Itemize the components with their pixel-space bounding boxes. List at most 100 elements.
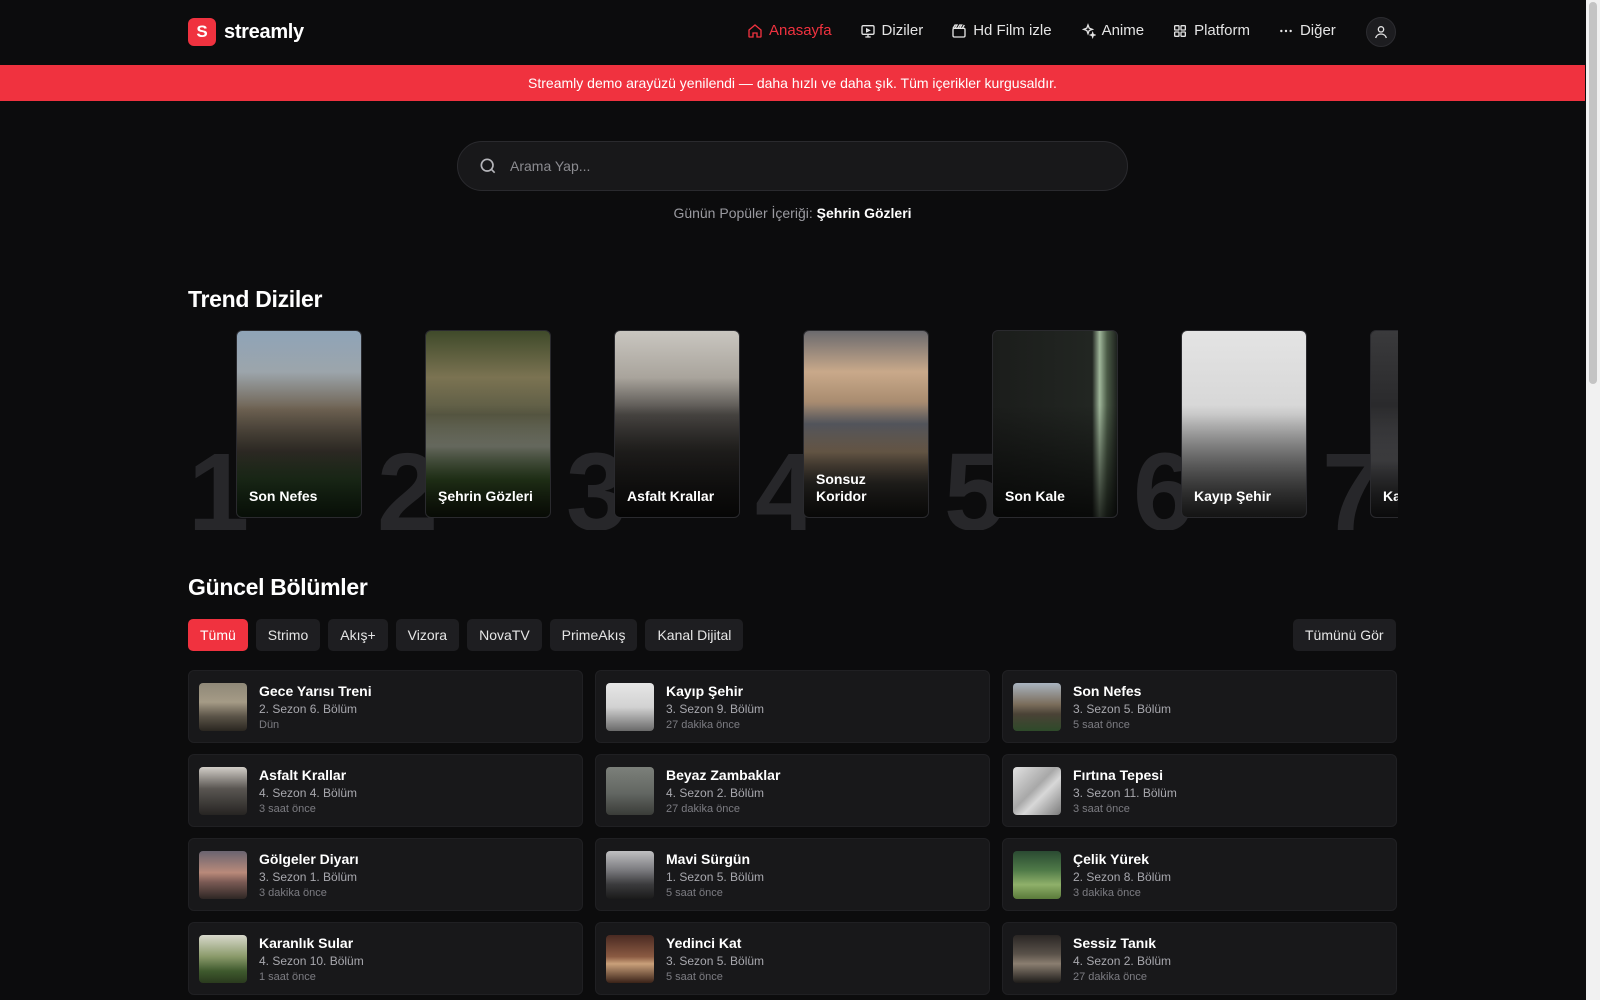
episode-time: 3 dakika önce xyxy=(259,886,327,899)
nav-label: Diğer xyxy=(1299,22,1336,39)
episode-number: 1. Sezon 5. Bölüm xyxy=(666,869,765,884)
episode-title: Kayıp Şehir xyxy=(666,682,744,699)
brand-logo[interactable]: S streamly xyxy=(188,18,304,46)
trend-title: Sonsuz Koridor xyxy=(816,471,867,505)
see-all-button[interactable]: Tümünü Gör xyxy=(1293,619,1396,651)
episode-info: Beyaz Zambaklar 4. Sezon 2. Bölüm 27 dak… xyxy=(666,767,780,815)
episode-thumbnail xyxy=(1013,850,1061,899)
nav-item-diger[interactable]: Diğer xyxy=(1278,22,1336,39)
platform-filter-tabs: Tümü Strimo Akış+ Vizora NovaTV PrimeAkı… xyxy=(188,619,744,651)
trend-poster[interactable]: Şehrin Gözleri xyxy=(425,330,551,518)
episode-title: Sessiz Tanık xyxy=(1073,934,1157,951)
search-input[interactable] xyxy=(510,158,1070,174)
episode-thumbnail xyxy=(1013,682,1061,731)
sparkles-icon xyxy=(1081,22,1096,39)
popular-today: Günün Popüler İçeriği: Şehrin Gözleri xyxy=(0,205,1585,221)
episode-time: 5 saat önce xyxy=(666,886,723,899)
main-nav: Anasayfa Diziler Hd Film izle Anime Plat… xyxy=(747,22,1364,39)
episode-card[interactable]: Sessiz Tanık 4. Sezon 2. Bölüm 27 dakika… xyxy=(1002,922,1397,995)
nav-item-hd-film[interactable]: Hd Film izle xyxy=(951,22,1052,39)
episode-info: Çelik Yürek 2. Sezon 8. Bölüm 3 dakika ö… xyxy=(1073,851,1171,899)
trend-item[interactable]: 3 Asfalt Krallar xyxy=(566,330,756,530)
tv-icon xyxy=(860,24,875,38)
episode-thumbnail xyxy=(199,850,247,899)
tab-vizora[interactable]: Vizora xyxy=(395,619,460,651)
trend-item[interactable]: 6 Kayıp Şehir xyxy=(1133,330,1323,530)
nav-item-platform[interactable]: Platform xyxy=(1172,22,1250,39)
search-icon xyxy=(480,158,496,174)
episode-thumbnail xyxy=(1013,934,1061,983)
search-bar[interactable] xyxy=(457,141,1128,191)
episode-info: Asfalt Krallar 4. Sezon 4. Bölüm 3 saat … xyxy=(259,767,357,815)
episode-number: 4. Sezon 2. Bölüm xyxy=(1073,953,1172,968)
trend-item[interactable]: 4 Sonsuz Koridor xyxy=(755,330,945,530)
trend-poster[interactable]: Son Nefes xyxy=(236,330,362,518)
episode-time: 5 saat önce xyxy=(1073,718,1130,731)
trend-item[interactable]: 5 Son Kale xyxy=(944,330,1134,530)
trend-title: Son Nefes xyxy=(249,488,318,505)
episodes-section-title: Güncel Bölümler xyxy=(188,574,368,600)
trend-title: Şehrin Gözleri xyxy=(438,488,533,505)
tab-strimo[interactable]: Strimo xyxy=(255,619,321,651)
tab-primeakis[interactable]: PrimeAkış xyxy=(549,619,638,651)
episode-number: 3. Sezon 5. Bölüm xyxy=(1073,701,1172,716)
trend-poster[interactable]: Asfalt Krallar xyxy=(614,330,740,518)
episode-number: 3. Sezon 5. Bölüm xyxy=(666,953,765,968)
tab-kanal-dijital[interactable]: Kanal Dijital xyxy=(645,619,744,651)
trend-poster[interactable]: Kayıp Şehir xyxy=(1181,330,1307,518)
nav-item-anime[interactable]: Anime xyxy=(1080,22,1144,39)
trend-poster[interactable]: Son Kale xyxy=(992,330,1118,518)
episode-info: Yedinci Kat 3. Sezon 5. Bölüm 5 saat önc… xyxy=(666,935,764,983)
more-icon xyxy=(1280,29,1292,32)
episode-title: Gece Yarısı Treni xyxy=(259,682,372,699)
home-icon xyxy=(748,23,762,38)
trend-poster[interactable]: Sonsuz Koridor xyxy=(803,330,929,518)
episode-number: 3. Sezon 9. Bölüm xyxy=(666,701,765,716)
trend-item[interactable]: 2 Şehrin Gözleri xyxy=(377,330,567,530)
episode-card[interactable]: Kayıp Şehir 3. Sezon 9. Bölüm 27 dakika … xyxy=(595,670,990,743)
episode-card[interactable]: Mavi Sürgün 1. Sezon 5. Bölüm 5 saat önc… xyxy=(595,838,990,911)
episode-card[interactable]: Çelik Yürek 2. Sezon 8. Bölüm 3 dakika ö… xyxy=(1002,838,1397,911)
episode-card[interactable]: Karanlık Sular 4. Sezon 10. Bölüm 1 saat… xyxy=(188,922,583,995)
episode-info: Sessiz Tanık 4. Sezon 2. Bölüm 27 dakika… xyxy=(1073,935,1171,983)
episode-card[interactable]: Son Nefes 3. Sezon 5. Bölüm 5 saat önce xyxy=(1002,670,1397,743)
episode-card[interactable]: Gölgeler Diyarı 3. Sezon 1. Bölüm 3 daki… xyxy=(188,838,583,911)
nav-item-anasayfa[interactable]: Anasayfa xyxy=(747,22,832,39)
episode-number: 4. Sezon 2. Bölüm xyxy=(666,785,765,800)
user-avatar-button[interactable] xyxy=(1366,17,1396,47)
nav-label: Hd Film izle xyxy=(973,22,1052,39)
episode-card[interactable]: Asfalt Krallar 4. Sezon 4. Bölüm 3 saat … xyxy=(188,754,583,827)
nav-item-diziler[interactable]: Diziler xyxy=(860,22,923,39)
clapperboard-icon xyxy=(952,23,966,38)
page-scrollbar[interactable] xyxy=(1586,0,1600,1000)
tab-tumu[interactable]: Tümü xyxy=(188,619,248,651)
episode-card[interactable]: Yedinci Kat 3. Sezon 5. Bölüm 5 saat önc… xyxy=(595,922,990,995)
user-icon xyxy=(1375,26,1387,39)
episode-time: 3 saat önce xyxy=(1073,802,1130,815)
trend-title: Ka xyxy=(1383,488,1398,505)
trend-item[interactable]: 7 Ka xyxy=(1322,330,1398,530)
episode-title: Son Nefes xyxy=(1073,682,1142,699)
episode-grid: Gece Yarısı Treni 2. Sezon 6. Bölüm Dün … xyxy=(188,670,1398,995)
popular-title-link[interactable]: Şehrin Gözleri xyxy=(817,205,912,221)
episode-card[interactable]: Gece Yarısı Treni 2. Sezon 6. Bölüm Dün xyxy=(188,670,583,743)
episode-thumbnail xyxy=(606,850,654,899)
tab-novatv[interactable]: NovaTV xyxy=(467,619,542,651)
trend-poster[interactable]: Ka xyxy=(1370,330,1398,518)
top-header: S streamly Anasayfa Diziler Hd Film izle… xyxy=(0,0,1585,65)
scrollbar-thumb[interactable] xyxy=(1589,2,1597,384)
episode-thumbnail xyxy=(199,766,247,815)
popular-label: Günün Popüler İçeriği: xyxy=(673,205,813,221)
episode-time: 3 dakika önce xyxy=(1073,886,1141,899)
episode-info: Karanlık Sular 4. Sezon 10. Bölüm 1 saat… xyxy=(259,935,364,983)
episode-time: 1 saat önce xyxy=(259,970,316,983)
trend-item[interactable]: 1 Son Nefes xyxy=(188,330,378,530)
episode-card[interactable]: Fırtına Tepesi 3. Sezon 11. Bölüm 3 saat… xyxy=(1002,754,1397,827)
episode-thumbnail xyxy=(199,934,247,983)
episode-number: 3. Sezon 11. Bölüm xyxy=(1073,785,1177,800)
episode-card[interactable]: Beyaz Zambaklar 4. Sezon 2. Bölüm 27 dak… xyxy=(595,754,990,827)
tab-akis-plus[interactable]: Akış+ xyxy=(328,619,388,651)
episode-thumbnail xyxy=(1013,766,1061,815)
episode-info: Gölgeler Diyarı 3. Sezon 1. Bölüm 3 daki… xyxy=(259,851,359,899)
trend-carousel: 1 Son Nefes 2 Şehrin Gözleri 3 Asfalt Kr… xyxy=(188,330,1398,530)
